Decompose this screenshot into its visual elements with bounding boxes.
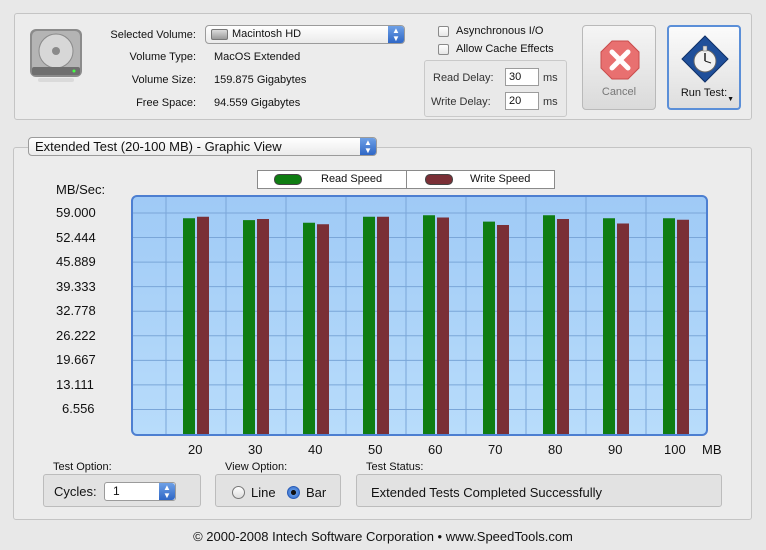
y-tick-label: 6.556 [62,401,95,417]
x-tick-label: 100 [664,442,686,457]
y-tick-label: 39.333 [56,278,96,294]
volume-select-value: Macintosh HD [232,28,302,40]
read-delay-label: Read Delay: [433,72,494,84]
x-axis-unit: MB [702,442,722,457]
test-status-value: Extended Tests Completed Successfully [371,485,602,500]
delay-group [424,60,567,117]
stop-x-icon [600,40,640,80]
volume-size-label: Volume Size: [131,74,196,86]
write-bar-90 [617,223,629,434]
read-bar-40 [303,222,315,434]
x-tick-label: 20 [188,442,203,457]
read-bar-50 [363,216,375,434]
chart-legend: Read Speed Write Speed [257,170,555,189]
read-bar-100 [663,218,675,434]
read-swatch [274,174,302,185]
x-tick-label: 40 [308,442,323,457]
read-bar-30 [243,220,255,434]
test-view-value: Extended Test (20-100 MB) - Graphic View [35,139,282,154]
x-tick-label: 90 [608,442,623,457]
x-tick-label: 60 [428,442,443,457]
write-bar-50 [377,216,389,434]
view-option-label: View Option: [225,461,288,473]
chevron-updown-icon: ▲ ▼ [388,26,404,43]
async-io-label: Asynchronous I/O [456,25,544,37]
line-radio[interactable] [232,486,245,499]
y-tick-label: 26.222 [56,327,96,343]
line-radio-label: Line [251,485,276,500]
test-status-label: Test Status: [366,461,424,473]
write-bar-100 [677,219,689,434]
bar-radio[interactable] [287,486,300,499]
volume-size-value: 159.875 Gigabytes [214,74,307,86]
write-delay-label: Write Delay: [431,96,491,108]
x-tick-label: 30 [248,442,263,457]
selected-volume-label: Selected Volume: [110,29,196,41]
cancel-button[interactable]: Cancel [582,25,656,110]
y-tick-label: 45.889 [56,254,96,270]
chart-plot-area [131,195,708,436]
read-bar-70 [483,221,495,434]
chevron-updown-icon: ▲ ▼ [159,483,175,500]
run-test-button[interactable]: Run Test: ▼ [667,25,741,110]
chevron-updown-icon: ▲ ▼ [360,138,376,155]
write-bar-40 [317,224,329,434]
cache-effects-label: Allow Cache Effects [456,43,554,55]
write-bar-70 [497,224,509,434]
async-io-checkbox[interactable] [438,26,449,37]
volume-type-label: Volume Type: [129,51,196,63]
y-tick-label: 19.667 [56,352,96,368]
legend-write: Write Speed [406,171,554,188]
menu-arrow-icon: ▼ [727,96,734,103]
test-option-label: Test Option: [53,461,112,473]
legend-read-label: Read Speed [321,173,383,185]
y-axis-label: MB/Sec: [56,182,106,197]
test-view-select[interactable]: Extended Test (20-100 MB) - Graphic View… [28,137,377,156]
copyright-footer: © 2000-2008 Intech Software Corporation … [193,529,573,544]
legend-read: Read Speed [258,171,406,188]
bar-chart [133,197,706,434]
free-space-value: 94.559 Gigabytes [214,97,301,109]
bar-radio-label: Bar [306,485,327,500]
read-bar-80 [543,215,555,434]
read-delay-unit: ms [543,72,558,84]
volume-type-value: MacOS Extended [214,51,301,63]
write-bar-30 [257,218,269,434]
write-bar-80 [557,218,569,434]
write-bar-20 [197,216,209,434]
x-tick-label: 50 [368,442,383,457]
read-bar-60 [423,215,435,434]
read-delay-input[interactable]: 30 [505,68,539,86]
write-delay-input[interactable]: 20 [505,92,539,110]
cycles-select[interactable]: 1 ▲ ▼ [104,482,176,501]
x-tick-label: 70 [488,442,503,457]
hard-disk-icon [211,29,228,40]
legend-write-label: Write Speed [470,173,531,185]
x-tick-label: 80 [548,442,563,457]
read-bar-90 [603,218,615,434]
volume-select[interactable]: Macintosh HD ▲ ▼ [205,25,405,44]
write-bar-60 [437,217,449,434]
y-tick-label: 13.111 [56,376,94,392]
cycles-value: 1 [113,484,120,498]
cycles-label: Cycles: [54,484,97,499]
write-delay-unit: ms [543,96,558,108]
free-space-label: Free Space: [136,97,196,109]
write-swatch [425,174,453,185]
cancel-button-label: Cancel [601,86,637,98]
read-bar-20 [183,218,195,434]
y-tick-label: 32.778 [56,303,96,319]
cache-effects-checkbox[interactable] [438,44,449,55]
stopwatch-icon [681,35,729,83]
y-tick-label: 52.444 [56,229,96,245]
y-tick-label: 59.000 [56,205,96,220]
